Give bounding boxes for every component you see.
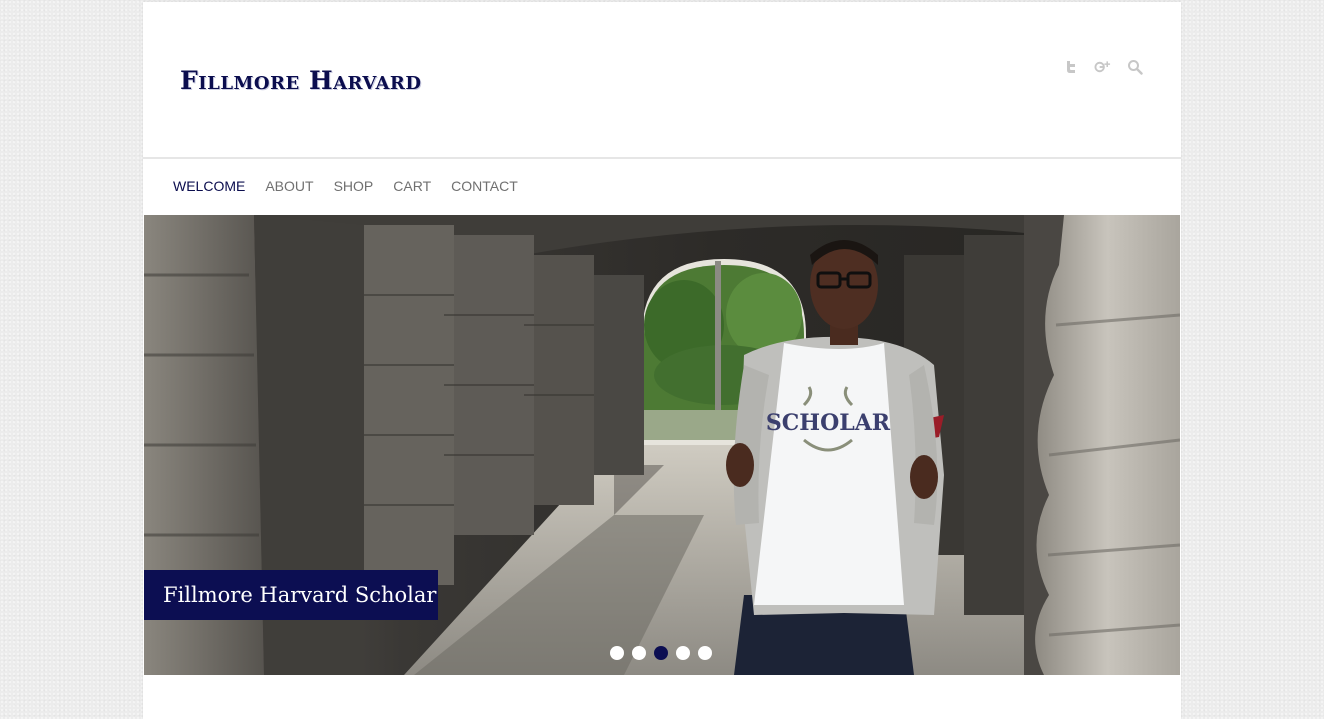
slider-dot-5[interactable]: [698, 646, 712, 660]
social-links: [1062, 58, 1143, 75]
nav-item-cart[interactable]: CART: [393, 178, 431, 194]
slider-dot-3[interactable]: [654, 646, 668, 660]
slider-dot-1[interactable]: [610, 646, 624, 660]
logo-text: Fillmore Harvard: [180, 66, 422, 95]
page-container: Fillmore Harvard WELCOME ABOUT SHOP CART…: [143, 2, 1181, 719]
site-logo[interactable]: Fillmore Harvard: [180, 66, 421, 95]
slider-dot-2[interactable]: [632, 646, 646, 660]
search-icon[interactable]: [1126, 58, 1143, 75]
main-nav: WELCOME ABOUT SHOP CART CONTACT: [143, 159, 1181, 215]
slider-pagination: [610, 646, 712, 660]
nav-item-welcome[interactable]: WELCOME: [173, 178, 245, 194]
slide-caption: Fillmore Harvard Scholar: [144, 570, 438, 620]
hero-slider[interactable]: SCHOLAR Fillmore Harvard Scholar: [144, 215, 1180, 675]
twitter-icon[interactable]: [1062, 58, 1079, 75]
nav-item-shop[interactable]: SHOP: [334, 178, 374, 194]
nav-item-contact[interactable]: CONTACT: [451, 178, 518, 194]
google-plus-icon[interactable]: [1094, 58, 1111, 75]
site-header: Fillmore Harvard: [143, 2, 1181, 159]
nav-item-about[interactable]: ABOUT: [265, 178, 313, 194]
shirt-print-text: SCHOLAR: [766, 410, 891, 436]
slider-dot-4[interactable]: [676, 646, 690, 660]
